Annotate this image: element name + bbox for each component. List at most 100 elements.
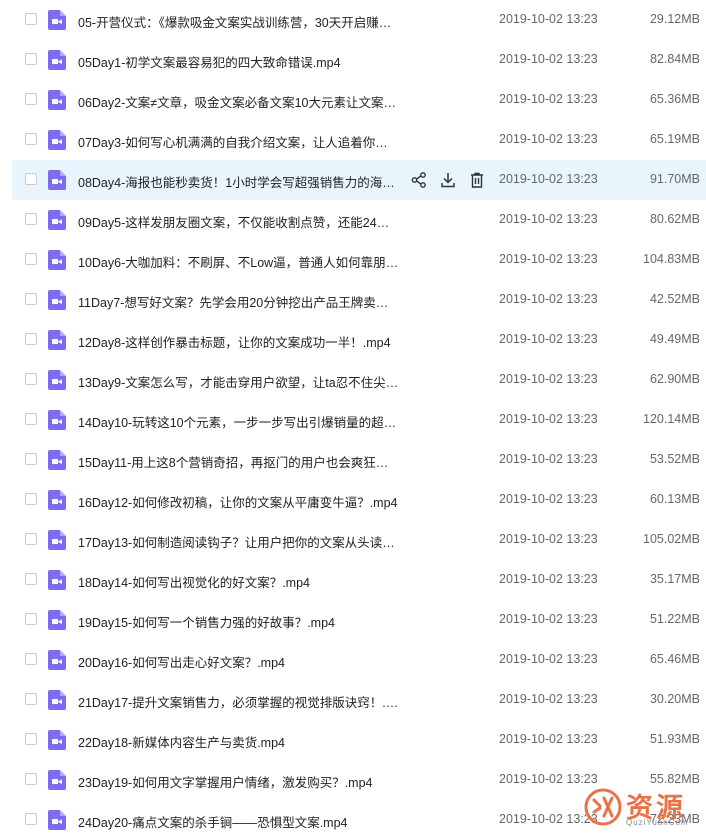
- file-date: 2019-10-02 13:23: [499, 12, 598, 26]
- row-checkbox[interactable]: [25, 453, 37, 465]
- file-row[interactable]: 16Day12-如何修改初稿，让你的文案从平庸变牛逼？.mp4 2019-10-0…: [0, 480, 706, 520]
- file-date: 2019-10-02 13:23: [499, 772, 598, 786]
- file-name[interactable]: 07Day3-如何写心机满满的自我介绍文案，让人追着你求合作？.mp4: [78, 132, 400, 151]
- file-name[interactable]: 09Day5-这样发朋友圈文案，不仅能收割点赞，还能24小时不停收钱.mp4: [78, 212, 400, 231]
- file-date: 2019-10-02 13:23: [499, 412, 598, 426]
- file-row[interactable]: 18Day14-如何写出视觉化的好文案？.mp4 2019-10-02 13:23…: [0, 560, 706, 600]
- video-file-icon: [48, 810, 66, 830]
- row-checkbox[interactable]: [25, 813, 37, 825]
- file-row[interactable]: 22Day18-新媒体内容生产与卖货.mp4 2019-10-02 13:23 51…: [0, 720, 706, 760]
- file-row[interactable]: 07Day3-如何写心机满满的自我介绍文案，让人追着你求合作？.mp4 2019-…: [0, 120, 706, 160]
- file-date: 2019-10-02 13:23: [499, 452, 598, 466]
- file-name[interactable]: 12Day8-这样创作暴击标题，让你的文案成功一半！.mp4: [78, 332, 400, 351]
- file-row[interactable]: 13Day9-文案怎么写，才能击穿用户欲望，让ta忍不住尖叫“我要、我要... 2…: [0, 360, 706, 400]
- file-date: 2019-10-02 13:23: [499, 612, 598, 626]
- file-size: 65.46MB: [649, 652, 700, 666]
- row-checkbox[interactable]: [25, 733, 37, 745]
- file-name[interactable]: 05-开营仪式：《爆款吸金文案实战训练营，30天开启赚钱之旅》（）.mp4: [78, 12, 400, 31]
- video-file-icon: [48, 90, 66, 110]
- file-date: 2019-10-02 13:23: [499, 692, 598, 706]
- video-file-icon: [48, 610, 66, 630]
- file-name[interactable]: 19Day15-如何写一个销售力强的好故事？.mp4: [78, 612, 400, 631]
- video-file-icon: [48, 370, 66, 390]
- row-checkbox[interactable]: [25, 13, 37, 25]
- row-checkbox[interactable]: [25, 413, 37, 425]
- file-size: 51.93MB: [649, 732, 700, 746]
- row-checkbox[interactable]: [25, 373, 37, 385]
- row-checkbox[interactable]: [25, 173, 37, 185]
- file-name[interactable]: 20Day16-如何写出走心好文案？.mp4: [78, 652, 400, 671]
- file-row[interactable]: 20Day16-如何写出走心好文案？.mp4 2019-10-02 13:23 65…: [0, 640, 706, 680]
- file-date: 2019-10-02 13:23: [499, 532, 598, 546]
- file-row[interactable]: 09Day5-这样发朋友圈文案，不仅能收割点赞，还能24小时不停收钱.mp4 20…: [0, 200, 706, 240]
- download-icon[interactable]: [439, 171, 457, 189]
- file-name[interactable]: 15Day11-用上这8个营销奇招，再抠门的用户也会爽狂下单（.mp4: [78, 452, 400, 471]
- file-date: 2019-10-02 13:23: [499, 252, 598, 266]
- file-name[interactable]: 24Day20-痛点文案的杀手锏——恐惧型文案.mp4: [78, 812, 400, 831]
- file-size: 60.13MB: [649, 492, 700, 506]
- row-checkbox[interactable]: [25, 293, 37, 305]
- file-row[interactable]: 15Day11-用上这8个营销奇招，再抠门的用户也会爽狂下单（.mp4 2019-…: [0, 440, 706, 480]
- row-checkbox[interactable]: [25, 253, 37, 265]
- file-name[interactable]: 21Day17-提升文案销售力，必须掌握的视觉排版诀窍！.mp4: [78, 692, 400, 711]
- file-name[interactable]: 14Day10-玩转这10个元素，一步一步写出引爆销量的超强信任力.mp4: [78, 412, 400, 431]
- video-file-icon: [48, 170, 66, 190]
- file-date: 2019-10-02 13:23: [499, 52, 598, 66]
- file-size: 104.83MB: [643, 252, 700, 266]
- file-name[interactable]: 22Day18-新媒体内容生产与卖货.mp4: [78, 732, 400, 751]
- file-date: 2019-10-02 13:23: [499, 332, 598, 346]
- file-name[interactable]: 10Day6-大咖加料：不刷屏、不Low逼，普通人如何靠朋友圈月入2w+.mp4: [78, 252, 400, 271]
- row-checkbox[interactable]: [25, 53, 37, 65]
- file-row[interactable]: 05-开营仪式：《爆款吸金文案实战训练营，30天开启赚钱之旅》（）.mp4 201…: [0, 0, 706, 40]
- file-name[interactable]: 05Day1-初学文案最容易犯的四大致命错误.mp4: [78, 52, 400, 71]
- file-date: 2019-10-02 13:23: [499, 492, 598, 506]
- file-date: 2019-10-02 13:23: [499, 292, 598, 306]
- file-name[interactable]: 06Day2-文案≠文章，吸金文案必备文案10大元素让文案流畅、耐读的奥...: [78, 92, 400, 111]
- file-size: 82.84MB: [649, 52, 700, 66]
- row-checkbox[interactable]: [25, 573, 37, 585]
- file-row[interactable]: 05Day1-初学文案最容易犯的四大致命错误.mp4 2019-10-02 13:…: [0, 40, 706, 80]
- file-date: 2019-10-02 13:23: [499, 652, 598, 666]
- video-file-icon: [48, 410, 66, 430]
- video-file-icon: [48, 490, 66, 510]
- watermark-subtext: QuziYuanCom: [626, 818, 689, 827]
- file-name[interactable]: 13Day9-文案怎么写，才能击穿用户欲望，让ta忍不住尖叫“我要、我要...: [78, 372, 400, 391]
- file-row[interactable]: 06Day2-文案≠文章，吸金文案必备文案10大元素让文案流畅、耐读的奥... 2…: [0, 80, 706, 120]
- file-row[interactable]: 17Day13-如何制造阅读钩子？让用户把你的文案从头读到尾.mp4 2019-1…: [0, 520, 706, 560]
- video-file-icon: [48, 690, 66, 710]
- file-name[interactable]: 17Day13-如何制造阅读钩子？让用户把你的文案从头读到尾.mp4: [78, 532, 400, 551]
- share-icon[interactable]: [410, 171, 428, 189]
- file-row[interactable]: 19Day15-如何写一个销售力强的好故事？.mp4 2019-10-02 13:…: [0, 600, 706, 640]
- video-file-icon: [48, 250, 66, 270]
- row-checkbox[interactable]: [25, 613, 37, 625]
- file-row[interactable]: 11Day7-想写好文案？先学会用20分钟挖出产品王牌卖点、用户核心痛点....…: [0, 280, 706, 320]
- file-name[interactable]: 23Day19-如何用文字掌握用户情绪，激发购买？.mp4: [78, 772, 400, 791]
- file-size: 53.52MB: [649, 452, 700, 466]
- row-checkbox[interactable]: [25, 653, 37, 665]
- trash-icon[interactable]: [468, 171, 486, 189]
- file-row[interactable]: 08Day4-海报也能秒卖货！1小时学会写超强销售力的海报... 2019-10-…: [12, 160, 706, 200]
- file-row[interactable]: 12Day8-这样创作暴击标题，让你的文案成功一半！.mp4 2019-10-02…: [0, 320, 706, 360]
- row-checkbox[interactable]: [25, 493, 37, 505]
- file-date: 2019-10-02 13:23: [499, 372, 598, 386]
- video-file-icon: [48, 50, 66, 70]
- row-checkbox[interactable]: [25, 133, 37, 145]
- file-size: 91.70MB: [649, 172, 700, 186]
- row-checkbox[interactable]: [25, 93, 37, 105]
- file-row[interactable]: 21Day17-提升文案销售力，必须掌握的视觉排版诀窍！.mp4 2019-10-…: [0, 680, 706, 720]
- file-name[interactable]: 16Day12-如何修改初稿，让你的文案从平庸变牛逼？.mp4: [78, 492, 400, 511]
- file-size: 35.17MB: [649, 572, 700, 586]
- file-name[interactable]: 18Day14-如何写出视觉化的好文案？.mp4: [78, 572, 400, 591]
- row-checkbox[interactable]: [25, 773, 37, 785]
- file-date: 2019-10-02 13:23: [499, 212, 598, 226]
- row-checkbox[interactable]: [25, 693, 37, 705]
- file-name[interactable]: 11Day7-想写好文案？先学会用20分钟挖出产品王牌卖点、用户核心痛点....: [78, 292, 400, 311]
- row-actions: [410, 171, 486, 189]
- row-checkbox[interactable]: [25, 213, 37, 225]
- file-row[interactable]: 10Day6-大咖加料：不刷屏、不Low逼，普通人如何靠朋友圈月入2w+.mp4…: [0, 240, 706, 280]
- file-name[interactable]: 08Day4-海报也能秒卖货！1小时学会写超强销售力的海报...: [78, 172, 400, 191]
- row-checkbox[interactable]: [25, 333, 37, 345]
- video-file-icon: [48, 650, 66, 670]
- file-row[interactable]: 14Day10-玩转这10个元素，一步一步写出引爆销量的超强信任力.mp4 201…: [0, 400, 706, 440]
- row-checkbox[interactable]: [25, 533, 37, 545]
